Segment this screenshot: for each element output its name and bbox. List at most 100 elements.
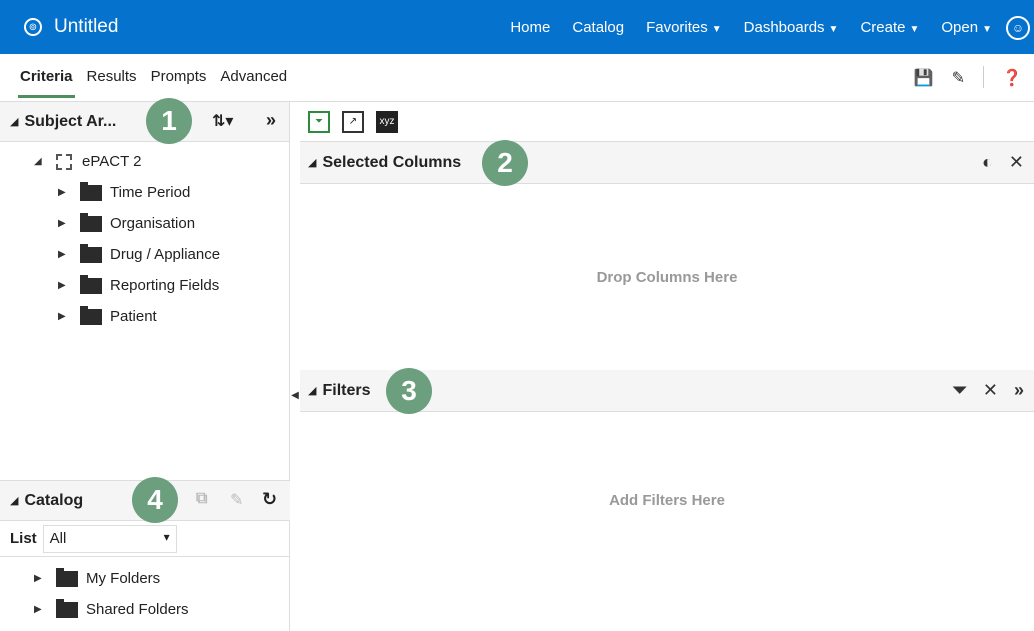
user-avatar-icon[interactable]: ☺	[1006, 16, 1030, 40]
chevron-down-icon: ▼	[828, 23, 839, 35]
collapse-triangle-icon[interactable]: ◢	[34, 156, 46, 167]
criteria-tabs: Criteria Results Prompts Advanced	[18, 68, 289, 98]
catalog-list-selected: All	[49, 529, 67, 547]
selected-columns-dropzone[interactable]: Drop Columns Here	[300, 184, 1034, 370]
expand-triangle-icon[interactable]: ▶	[58, 218, 70, 229]
catalog-list-row: List All	[0, 521, 290, 557]
nav-create[interactable]: Create ▼	[860, 19, 919, 36]
folder-label: My Folders	[86, 570, 161, 587]
catalog-pane: ◢ Catalog 4 ⧉ ✎ ↻ List All ▶ My Folders …	[0, 477, 290, 631]
tree-folder-patient[interactable]: ▶ Patient	[0, 301, 290, 332]
expand-triangle-icon[interactable]: ▶	[34, 604, 46, 615]
expand-triangle-icon[interactable]: ▶	[34, 573, 46, 584]
panel-collapse-handle[interactable]: ◀	[290, 385, 300, 405]
save-icon[interactable]: 💾	[914, 68, 934, 88]
toggle-columns-icon[interactable]: ◐	[982, 152, 993, 173]
expand-triangle-icon[interactable]: ▶	[58, 280, 70, 291]
nav-home[interactable]: Home	[510, 19, 550, 36]
help-icon[interactable]: ❓	[1002, 68, 1022, 88]
folder-icon	[80, 212, 102, 232]
selected-columns-header: ◢ Selected Columns 2 ◐ ✕	[300, 140, 1034, 186]
page-title: Untitled	[54, 16, 119, 37]
nav-favorites[interactable]: Favorites ▼	[646, 19, 722, 36]
tab-criteria[interactable]: Criteria	[18, 68, 75, 98]
collapse-triangle-icon[interactable]: ◢	[308, 156, 316, 169]
add-to-criteria-icon[interactable]: ⧉	[196, 490, 207, 508]
list-label: List	[10, 530, 37, 547]
xyz-icon[interactable]: xyz	[376, 110, 398, 133]
edit-icon[interactable]: ✎	[230, 490, 243, 510]
tree-folder-reporting-fields[interactable]: ▶ Reporting Fields	[0, 270, 290, 301]
subject-area-tree: ◢ ePACT 2 ▶ Time Period ▶ Organisation ▶…	[0, 146, 290, 332]
collapse-triangle-icon[interactable]: ◢	[308, 384, 316, 397]
filter-icon[interactable]: ⏷	[308, 110, 330, 133]
criteria-toolbar: ⏷ ↗ xyz	[300, 102, 1034, 142]
tab-advanced[interactable]: Advanced	[218, 68, 289, 98]
tab-results[interactable]: Results	[85, 68, 139, 98]
drop-columns-placeholder: Drop Columns Here	[596, 268, 738, 286]
expand-triangle-icon[interactable]: ▶	[58, 249, 70, 260]
folder-icon	[80, 274, 102, 294]
nav-catalog[interactable]: Catalog	[572, 19, 624, 36]
filters-dropzone[interactable]: Add Filters Here	[300, 412, 1034, 588]
tab-bar: Criteria Results Prompts Advanced 💾 ✎ ❓	[0, 54, 1034, 102]
chevron-down-icon: ▼	[982, 23, 992, 35]
chevron-down-icon: ▼	[909, 23, 920, 35]
chart-icon[interactable]: ↗	[342, 110, 364, 133]
remove-all-icon[interactable]: ✕	[983, 380, 998, 401]
folder-label: Time Period	[110, 184, 191, 201]
collapse-triangle-icon[interactable]: ◢	[10, 115, 18, 128]
criteria-main: ⏷ ↗ xyz ◢ Selected Columns 2 ◐ ✕ Drop Co…	[300, 102, 1034, 631]
expand-triangle-icon[interactable]: ▶	[58, 187, 70, 198]
folder-icon	[80, 243, 102, 263]
folder-icon	[56, 598, 78, 618]
catalog-list-select[interactable]: All	[42, 524, 177, 553]
subject-area-header: ◢ Subject Ar... 1 ⇅▾ »	[0, 98, 289, 144]
callout-badge-4: 4	[132, 477, 178, 523]
xyz-label: xyz	[379, 116, 395, 127]
folder-label: Organisation	[110, 215, 196, 232]
app-logo-icon[interactable]: ⊚	[24, 18, 42, 36]
tab-actions: 💾 ✎ ❓	[914, 66, 1022, 88]
sort-icon[interactable]: ⇅▾	[212, 111, 233, 131]
collapse-triangle-icon[interactable]: ◢	[10, 494, 18, 507]
remove-all-icon[interactable]: ✕	[1009, 152, 1024, 173]
nav-open[interactable]: Open ▼	[941, 19, 992, 36]
tree-root-label: ePACT 2	[82, 153, 142, 170]
tree-root[interactable]: ◢ ePACT 2	[0, 146, 290, 177]
expand-panel-icon[interactable]: »	[266, 110, 276, 131]
selected-columns-actions: ◐ ✕	[982, 152, 1024, 173]
toolbar-divider	[983, 66, 985, 88]
tree-folder-time-period[interactable]: ▶ Time Period	[0, 177, 290, 208]
selected-columns-title: Selected Columns	[322, 153, 462, 171]
folder-icon	[80, 181, 102, 201]
tree-folder-drug-appliance[interactable]: ▶ Drug / Appliance	[0, 239, 290, 270]
catalog-folder-my-folders[interactable]: ▶ My Folders	[0, 563, 290, 594]
refresh-icon[interactable]: ↻	[262, 489, 277, 510]
catalog-folder-shared-folders[interactable]: ▶ Shared Folders	[0, 594, 290, 625]
expand-icon[interactable]: »	[1014, 380, 1024, 401]
top-navigation-bar: ⊚ Untitled Home Catalog Favorites ▼ Dashb…	[0, 0, 1034, 54]
callout-badge-1: 1	[146, 98, 192, 144]
filters-actions: ⏷ ✕ »	[952, 380, 1024, 401]
tab-prompts[interactable]: Prompts	[149, 68, 209, 98]
chevron-down-icon: ▼	[711, 23, 722, 35]
folder-label: Reporting Fields	[110, 277, 220, 294]
subject-area-icon	[56, 153, 72, 170]
add-filters-placeholder: Add Filters Here	[609, 491, 725, 509]
folder-label: Patient	[110, 308, 157, 325]
left-panel: ◢ Subject Ar... 1 ⇅▾ » ◢ ePACT 2 ▶ Time …	[0, 98, 290, 631]
tree-folder-organisation[interactable]: ▶ Organisation	[0, 208, 290, 239]
catalog-header: ◢ Catalog 4 ⧉ ✎ ↻	[0, 477, 290, 523]
folder-icon	[56, 567, 78, 587]
edit-icon[interactable]: ✎	[952, 68, 965, 88]
callout-badge-2: 2	[482, 140, 528, 186]
add-filter-icon[interactable]: ⏷	[952, 380, 966, 401]
expand-triangle-icon[interactable]: ▶	[58, 311, 70, 322]
catalog-title: Catalog	[24, 491, 84, 509]
filters-header: ◢ Filters 3 ⏷ ✕ »	[300, 368, 1034, 414]
folder-icon	[80, 305, 102, 325]
folder-label: Shared Folders	[86, 601, 189, 618]
nav-dashboards[interactable]: Dashboards ▼	[744, 19, 839, 36]
subject-area-title: Subject Ar...	[24, 112, 117, 130]
